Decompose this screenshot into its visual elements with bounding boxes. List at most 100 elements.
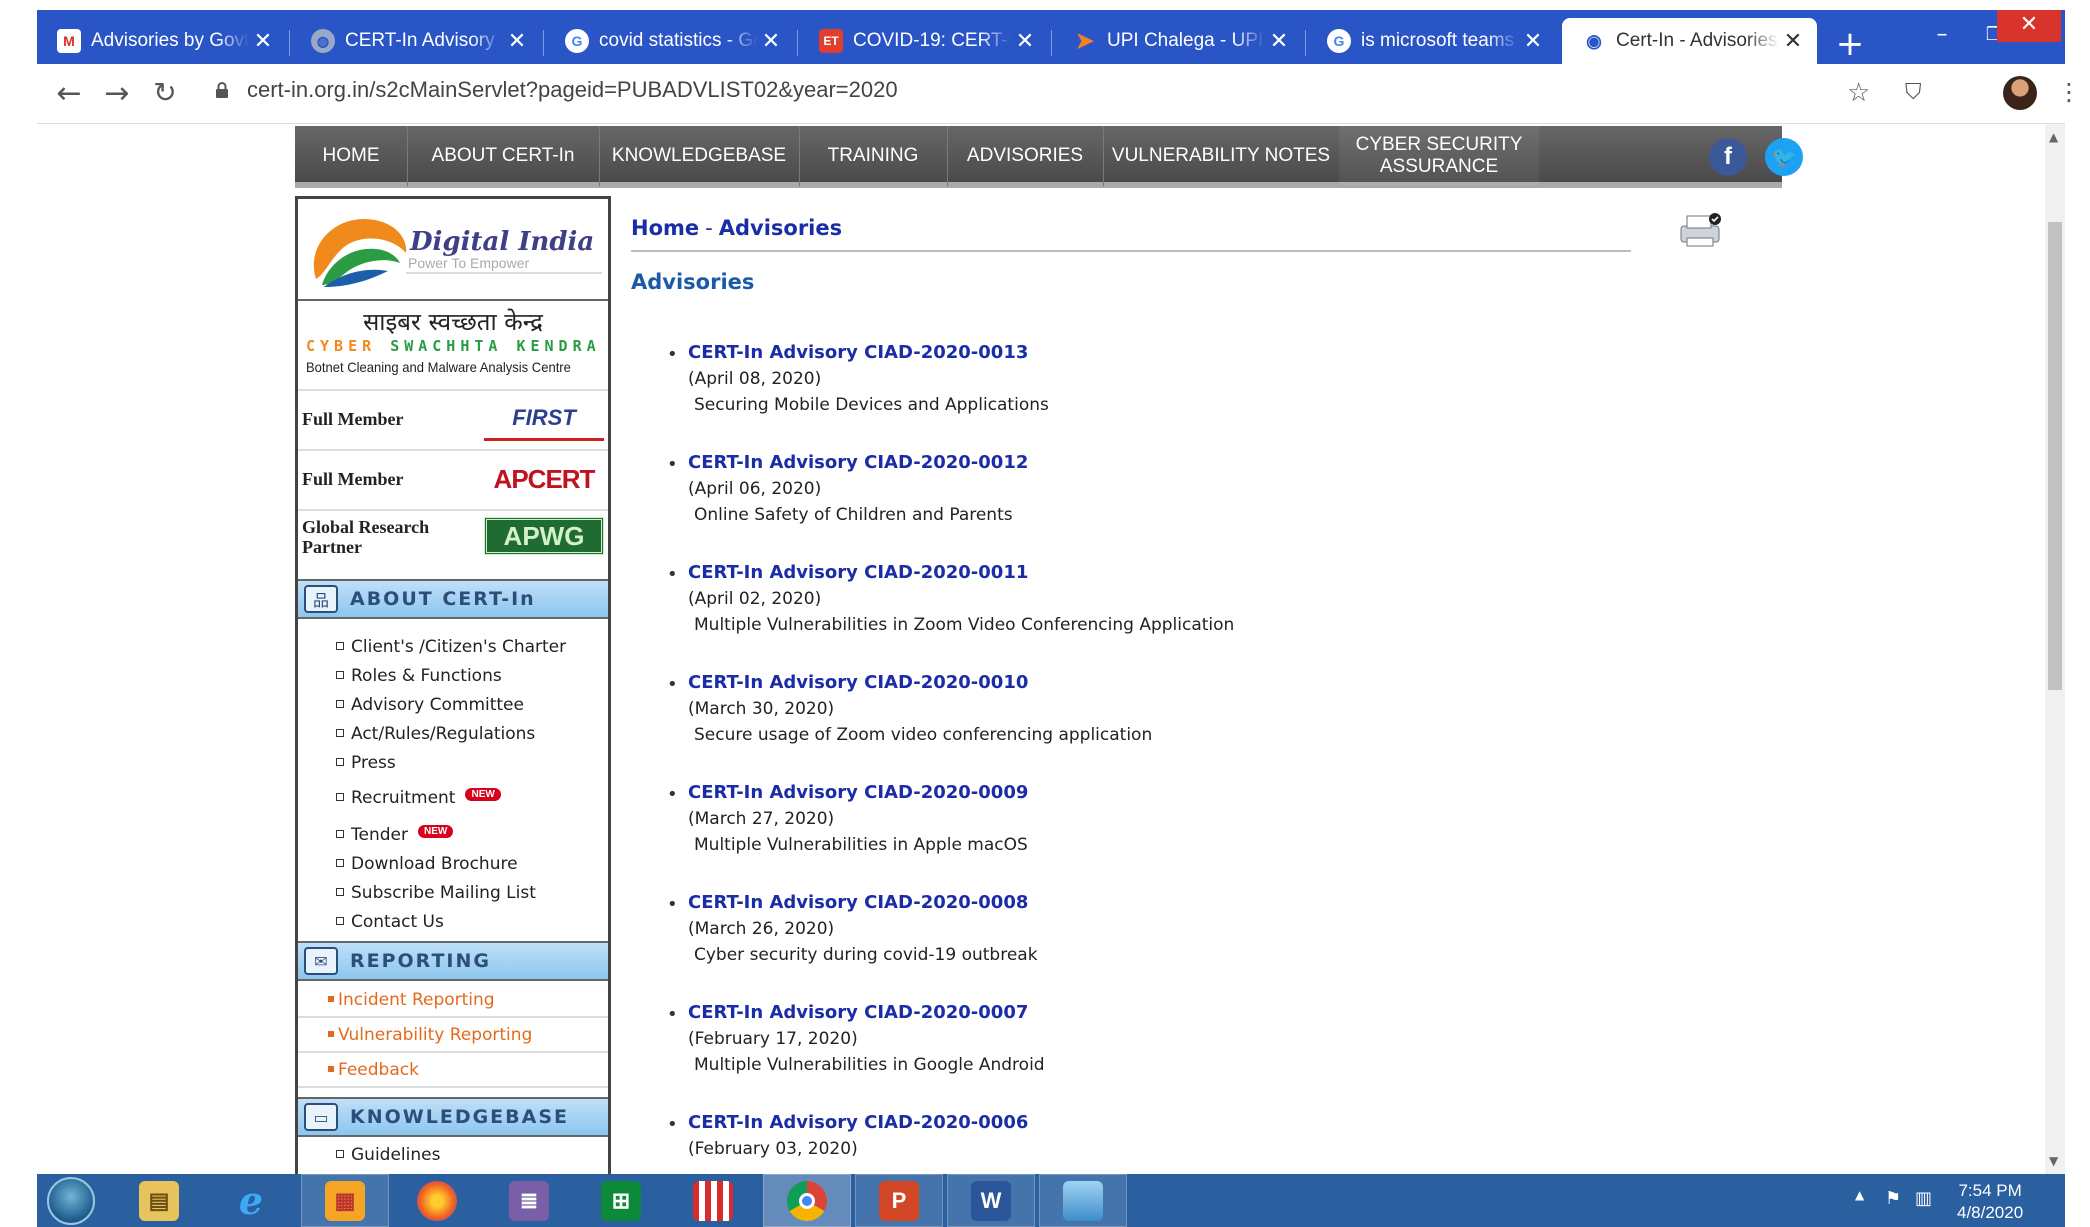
tab-close-icon[interactable]: ✕ [1519, 28, 1547, 54]
taskbar-store[interactable]: ⊞ [577, 1174, 665, 1227]
tray-expand-icon[interactable]: ▲ [1855, 1188, 1864, 1202]
facebook-icon[interactable]: f [1709, 138, 1747, 176]
scroll-up-icon[interactable]: ▲ [2049, 130, 2058, 144]
page-title: Advisories [631, 270, 755, 294]
bookmark-star-icon[interactable]: ☆ [1847, 78, 1870, 108]
advisory-link[interactable]: CERT-In Advisory CIAD-2020-0011 [688, 562, 1234, 583]
tab-upi-chalega[interactable]: ➤ UPI Chalega - UPI P ✕ [1053, 18, 1303, 64]
section-title: ABOUT CERT-In [350, 588, 536, 610]
tab-close-icon[interactable]: ✕ [1011, 28, 1039, 54]
tab-close-icon[interactable]: ✕ [249, 28, 277, 54]
scroll-down-icon[interactable]: ▼ [2049, 1154, 2058, 1168]
tab-microsoft-teams[interactable]: G is microsoft teams s ✕ [1307, 18, 1557, 64]
sidebar-link-brochure[interactable]: Download Brochure [336, 854, 518, 874]
nav-advisories[interactable]: ADVISORIES [947, 126, 1103, 186]
tab-covid-certin[interactable]: ET COVID-19: CERT-In ✕ [799, 18, 1049, 64]
taskbar-chrome[interactable] [763, 1174, 851, 1227]
tab-close-icon[interactable]: ✕ [503, 28, 531, 54]
tab-certin-advisories-active[interactable]: ◉ Cert-In - Advisories ✕ [1562, 18, 1817, 64]
breadcrumb-home[interactable]: Home [631, 216, 699, 240]
new-tab-button[interactable]: + [1830, 24, 1870, 64]
site-navigation-bar: HOME ABOUT CERT-In KNOWLEDGEBASE TRAININ… [295, 126, 1803, 188]
sidebar-link-charter[interactable]: Client's /Citizen's Charter [336, 637, 566, 657]
minimize-icon[interactable]: – [1917, 20, 1967, 52]
taskbar-firefox[interactable] [393, 1174, 481, 1227]
digital-india-title: Digital India [410, 227, 595, 257]
breadcrumb-current[interactable]: Advisories [719, 216, 842, 240]
window-close-icon[interactable]: ✕ [1997, 10, 2061, 42]
sidebar-link-recruitment[interactable]: Recruitment NEW [336, 788, 501, 808]
apwg-logo[interactable]: APWG [484, 517, 604, 555]
apcert-logo[interactable]: APCERT [484, 457, 604, 501]
reload-icon[interactable]: ↻ [147, 76, 183, 109]
advisory-link[interactable]: CERT-In Advisory CIAD-2020-0008 [688, 892, 1038, 913]
advisory-description: Secure usage of Zoom video conferencing … [694, 725, 1153, 745]
nav-cyber-line1: CYBER SECURITY [1355, 134, 1523, 155]
vulnerability-reporting-link[interactable]: Vulnerability Reporting [328, 1025, 532, 1045]
control-panel-icon: ▦ [325, 1180, 365, 1221]
forward-icon[interactable]: → [99, 76, 135, 111]
upi-icon: ➤ [1075, 28, 1095, 53]
sidebar-link-contact[interactable]: Contact Us [336, 912, 444, 932]
tab-close-icon[interactable]: ✕ [1265, 28, 1293, 54]
folder-icon: ▤ [139, 1180, 179, 1221]
scroll-thumb[interactable] [2048, 222, 2062, 690]
address-bar[interactable]: cert-in.org.in/s2cMainServlet?pageid=PUB… [247, 77, 898, 103]
twitter-icon[interactable]: 🐦 [1765, 138, 1803, 176]
taskbar-control-panel[interactable]: ▦ [301, 1174, 389, 1227]
sidebar-link-advisory-committee[interactable]: Advisory Committee [336, 695, 524, 715]
incident-reporting-link[interactable]: Incident Reporting [328, 990, 495, 1010]
nav-knowledgebase[interactable]: KNOWLEDGEBASE [599, 126, 799, 186]
about-certin-heading: 品 ABOUT CERT-In [298, 579, 608, 619]
advisory-description: Multiple Vulnerabilities in Google Andro… [694, 1055, 1045, 1075]
nav-home[interactable]: HOME [295, 126, 407, 186]
nav-about-certin[interactable]: ABOUT CERT-In [407, 126, 599, 186]
printer-icon[interactable] [1677, 210, 1723, 250]
back-icon[interactable]: ← [51, 76, 87, 111]
cyber-swachhta-kendra-banner[interactable]: CYBER SWACHHTA KENDRA [306, 337, 601, 355]
shield-extension-icon[interactable]: ⛉ [1905, 80, 1922, 105]
page-scrollbar[interactable]: ▲ ▼ [2045, 124, 2065, 1174]
sidebar-link-act-rules[interactable]: Act/Rules/Regulations [336, 724, 535, 744]
menu-kebab-icon[interactable]: ⋮ [2057, 78, 2081, 106]
nav-training[interactable]: TRAINING [799, 126, 947, 186]
system-clock[interactable]: 7:54 PM 4/8/2020 [1957, 1180, 2023, 1224]
advisory-link[interactable]: CERT-In Advisory CIAD-2020-0012 [688, 452, 1028, 473]
csk-part2: SWACHHTA KENDRA [390, 337, 601, 355]
tab-close-icon[interactable]: ✕ [1779, 28, 1807, 54]
sidebar-link-roles[interactable]: Roles & Functions [336, 666, 502, 686]
tab-covid-statistics[interactable]: G covid statistics - Go ✕ [545, 18, 795, 64]
feedback-link[interactable]: Feedback [328, 1060, 419, 1080]
profile-avatar[interactable] [2003, 76, 2037, 110]
advisory-link[interactable]: CERT-In Advisory CIAD-2020-0007 [688, 1002, 1045, 1023]
section-title: KNOWLEDGEBASE [350, 1106, 570, 1128]
breadcrumb-divider [631, 250, 1631, 252]
advisory-link[interactable]: CERT-In Advisory CIAD-2020-0013 [688, 342, 1049, 363]
network-icon[interactable]: ▥ [1915, 1188, 1932, 1209]
advisory-link[interactable]: CERT-In Advisory CIAD-2020-0010 [688, 672, 1152, 693]
sidebar-link-mailing-list[interactable]: Subscribe Mailing List [336, 883, 536, 903]
taskbar-snipping-tool[interactable] [1039, 1174, 1127, 1227]
taskbar-windows-explorer[interactable]: ▤ [115, 1174, 203, 1227]
nav-vulnerability-notes[interactable]: VULNERABILITY NOTES [1103, 126, 1339, 186]
taskbar-word[interactable]: W [947, 1174, 1035, 1227]
sidebar-link-guidelines[interactable]: Guidelines [336, 1145, 440, 1165]
advisory-link[interactable]: CERT-In Advisory CIAD-2020-0006 [688, 1112, 1028, 1133]
taskbar-internet-explorer[interactable]: e [207, 1174, 295, 1227]
web-page: HOME ABOUT CERT-In KNOWLEDGEBASE TRAININ… [37, 124, 2065, 1174]
taskbar-powerpoint[interactable]: P [855, 1174, 943, 1227]
advisory-link[interactable]: CERT-In Advisory CIAD-2020-0009 [688, 782, 1028, 803]
nav-cyber-security-assurance[interactable]: CYBER SECURITY ASSURANCE [1339, 126, 1539, 186]
tab-close-icon[interactable]: ✕ [757, 28, 785, 54]
snipping-tool-icon [1063, 1180, 1103, 1221]
tab-certin-advisory[interactable]: ◍ CERT-In Advisory C ✕ [291, 18, 541, 64]
taskbar-popcorn[interactable] [669, 1174, 757, 1227]
action-center-flag-icon[interactable]: ⚑ [1885, 1188, 1901, 1209]
winrar-icon: ≣ [509, 1180, 549, 1221]
sidebar-link-press[interactable]: Press [336, 753, 396, 773]
start-button[interactable] [47, 1177, 95, 1225]
first-logo[interactable]: FIRST [484, 397, 604, 441]
sidebar-link-tender[interactable]: Tender NEW [336, 825, 454, 845]
tab-gmail[interactable]: M Advisories by Govt ✕ [37, 18, 287, 64]
taskbar-winrar[interactable]: ≣ [485, 1174, 573, 1227]
